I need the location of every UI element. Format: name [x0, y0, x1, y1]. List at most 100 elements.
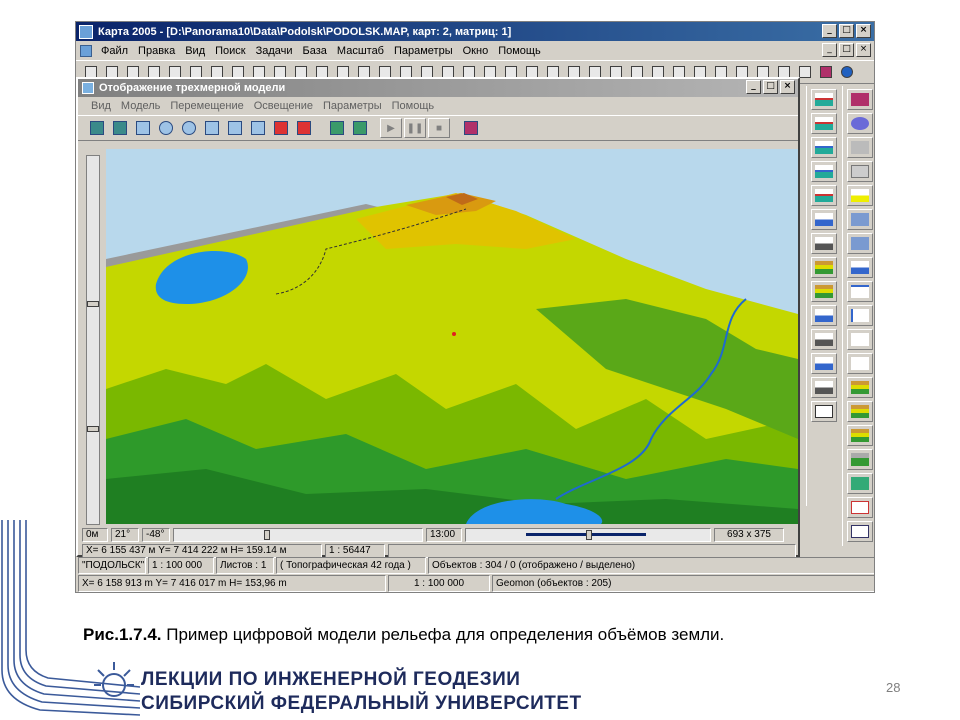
zoom-in-icon[interactable] [155, 118, 176, 139]
3d-statusbar: X= 6 155 437 м Y= 7 414 222 м H= 159.14 … [82, 544, 796, 558]
app-window: Карта 2005 - [D:\Panorama10\Data\Podolsk… [75, 21, 875, 593]
view-parameters-bar: 0м 21° -48° 13:00 693 x 375 [82, 528, 796, 542]
3d-model-window: Отображение трехмерной модели _ □ × Вид … [76, 77, 800, 558]
3d-close-button[interactable]: × [780, 80, 795, 94]
layers-icon[interactable] [846, 137, 873, 158]
document-tool-icon[interactable] [810, 401, 837, 422]
3d-menu-model[interactable]: Модель [116, 100, 165, 112]
move-icon[interactable] [224, 118, 245, 139]
surface-icon[interactable] [846, 233, 873, 254]
select-icon[interactable] [109, 118, 130, 139]
minimize-button[interactable]: _ [822, 24, 837, 38]
menu-parameters[interactable]: Параметры [389, 45, 458, 57]
profile-tool-icon[interactable] [810, 305, 837, 326]
relief-icon[interactable] [846, 377, 873, 398]
pause-button[interactable]: ❚❚ [404, 118, 426, 138]
angle-icon[interactable] [846, 305, 873, 326]
3d-minimize-button[interactable]: _ [746, 80, 761, 94]
help-icon[interactable] [838, 63, 856, 81]
menu-view[interactable]: Вид [180, 45, 210, 57]
profile-tool-icon[interactable] [810, 329, 837, 350]
model-icon[interactable] [846, 473, 873, 494]
doc-restore-button[interactable]: □ [839, 43, 854, 57]
3d-menu-lighting[interactable]: Освещение [249, 100, 318, 112]
profile-line-icon[interactable] [846, 257, 873, 278]
3d-window-title: Отображение трехмерной модели [99, 82, 286, 94]
menu-scale[interactable]: Масштаб [332, 45, 389, 57]
select-all-icon[interactable] [86, 118, 107, 139]
rotate-icon[interactable] [132, 118, 153, 139]
reset-icon[interactable] [247, 118, 268, 139]
profile-tool-icon[interactable] [810, 377, 837, 398]
menu-window[interactable]: Окно [458, 45, 494, 57]
3d-window-titlebar: Отображение трехмерной модели _ □ × [78, 79, 798, 97]
objects-readout: Объектов : 304 / 0 (отображено / выделен… [428, 557, 874, 574]
zoom-out-icon[interactable] [178, 118, 199, 139]
table-icon[interactable] [846, 521, 873, 542]
map-name-readout: "ПОДОЛЬСК" [78, 557, 146, 574]
play-button[interactable]: ▶ [380, 118, 402, 138]
export-icon[interactable] [326, 118, 347, 139]
time-slider-thumb[interactable] [586, 530, 592, 540]
height-readout: 0м [82, 528, 108, 542]
xyz-icon[interactable] [846, 353, 873, 374]
relief-tool-icon[interactable] [810, 257, 837, 278]
relief-tool-icon[interactable] [810, 281, 837, 302]
profile-tool-icon[interactable] [810, 89, 837, 110]
profile-tool-icon[interactable] [810, 113, 837, 134]
doc-close-button[interactable]: × [856, 43, 871, 57]
height-scale-slider[interactable] [86, 155, 100, 525]
relief-icon[interactable] [846, 425, 873, 446]
stop-button[interactable]: ■ [428, 118, 450, 138]
menu-database[interactable]: База [298, 45, 332, 57]
profile-tool-icon[interactable] [810, 185, 837, 206]
profile-tool-icon[interactable] [810, 233, 837, 254]
profile-tool-icon[interactable] [810, 161, 837, 182]
map-statusbar: "ПОДОЛЬСК" 1 : 100 000 Листов : 1 ( Топо… [76, 557, 874, 574]
xyh-icon[interactable] [846, 329, 873, 350]
profile-tool-icon[interactable] [810, 137, 837, 158]
maximize-button[interactable]: □ [839, 24, 854, 38]
grid-icon[interactable] [846, 161, 873, 182]
3d-terrain-view[interactable] [106, 149, 798, 524]
scale-knob[interactable] [87, 426, 99, 432]
relief-icon[interactable] [846, 449, 873, 470]
close-button[interactable]: × [856, 24, 871, 38]
3d-menu-move[interactable]: Перемещение [165, 100, 248, 112]
figure-text: Пример цифровой модели рельефа для опред… [161, 625, 725, 644]
angle-slider[interactable] [173, 528, 423, 542]
surface-icon[interactable] [846, 209, 873, 230]
menu-tasks[interactable]: Задачи [251, 45, 298, 57]
menu-help[interactable]: Помощь [493, 45, 546, 57]
network-icon[interactable] [846, 497, 873, 518]
university-logo-icon [94, 662, 134, 697]
profile-tool-icon[interactable] [810, 209, 837, 230]
marker-icon[interactable] [846, 185, 873, 206]
document-icon[interactable] [80, 44, 92, 57]
menu-search[interactable]: Поиск [210, 45, 250, 57]
fit-icon[interactable] [201, 118, 222, 139]
profile-tool-icon[interactable] [810, 353, 837, 374]
menu-edit[interactable]: Правка [133, 45, 180, 57]
map-scale-readout: 1 : 100 000 [148, 557, 214, 574]
doc-minimize-button[interactable]: _ [822, 43, 837, 57]
help-book-icon[interactable] [460, 118, 481, 139]
curve-icon[interactable] [846, 281, 873, 302]
relief-icon[interactable] [846, 401, 873, 422]
light-icon[interactable] [270, 118, 291, 139]
help-book-icon[interactable] [817, 63, 835, 81]
scale-knob[interactable] [87, 301, 99, 307]
3d-menu-view[interactable]: Вид [86, 100, 116, 112]
book-icon[interactable] [846, 89, 873, 110]
time-slider[interactable] [465, 528, 711, 542]
camera-icon[interactable] [293, 118, 314, 139]
angle-slider-thumb[interactable] [264, 530, 270, 540]
3d-maximize-button[interactable]: □ [763, 80, 778, 94]
globe-icon[interactable] [846, 113, 873, 134]
3d-menu-help[interactable]: Помощь [387, 100, 440, 112]
print-icon[interactable] [349, 118, 370, 139]
3d-scale-readout: 1 : 56447 [325, 544, 385, 558]
rotation-readout: -48° [142, 528, 170, 542]
menu-file[interactable]: Файл [96, 45, 133, 57]
3d-menu-parameters[interactable]: Параметры [318, 100, 387, 112]
